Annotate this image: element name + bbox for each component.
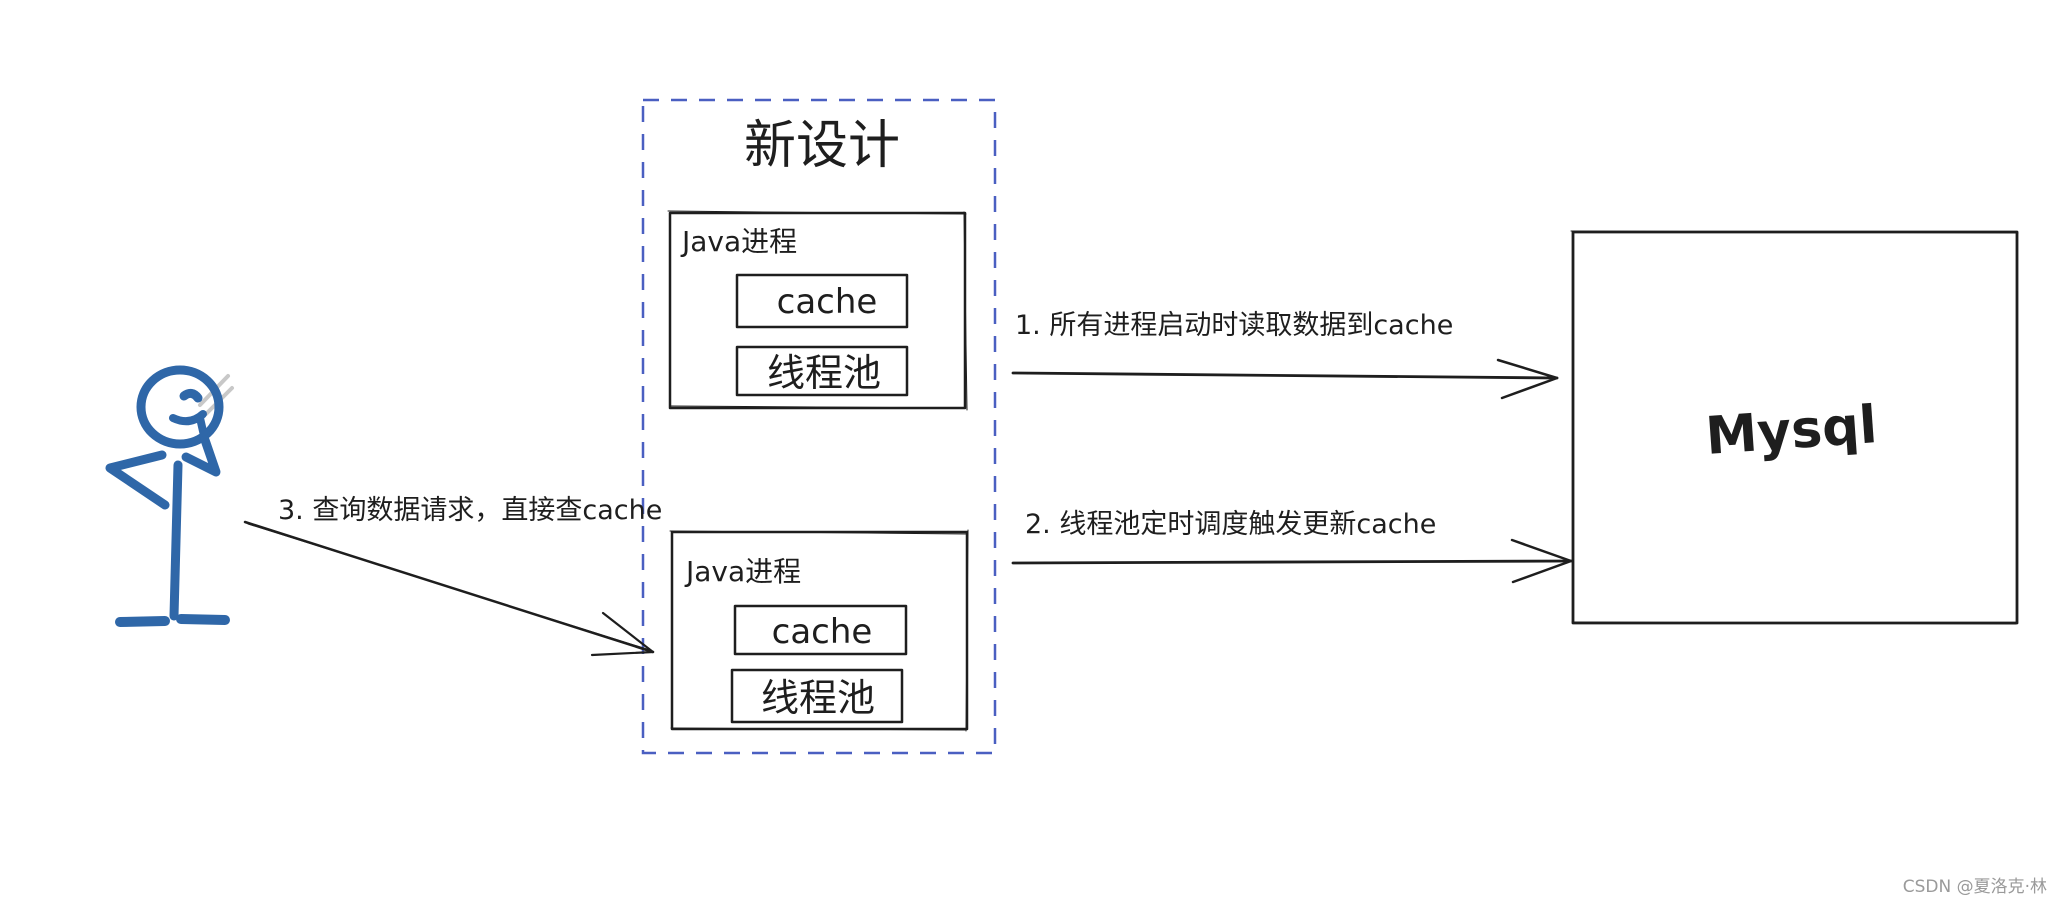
arrow-3-line-sketch <box>247 523 651 651</box>
diagram-canvas: 新设计 Java进程 cache 线程池 Java进程 cache 线程池 My… <box>105 98 2047 897</box>
threadpool-box-2-label: 线程池 <box>761 676 875 720</box>
java-process-2-label: Java进程 <box>684 555 801 588</box>
cache-box-1-label: cache <box>777 282 878 322</box>
person-right-foot <box>176 614 230 625</box>
person-left-foot <box>115 616 170 627</box>
person-chin <box>169 410 209 444</box>
person-hand <box>179 388 203 403</box>
mysql-label: Mysql <box>1704 395 1879 467</box>
threadpool-box-1-label: 线程池 <box>767 351 881 395</box>
arrow-3[interactable]: 3. 查询数据请求，直接查cache <box>243 495 662 657</box>
stick-figure-person-icon[interactable] <box>105 365 234 627</box>
arrow-2[interactable]: 2. 线程池定时调度触发更新cache <box>1011 509 1573 584</box>
arrow-2-line <box>1011 559 1573 565</box>
watermark: CSDN @夏洛克·林 <box>1903 877 2047 897</box>
arrow-2-label: 2. 线程池定时调度触发更新cache <box>1025 509 1436 540</box>
arrow-1-label: 1. 所有进程启动时读取数据到cache <box>1015 310 1453 341</box>
java-process-1[interactable]: Java进程 cache 线程池 <box>667 210 968 411</box>
threadpool-box-2[interactable]: 线程池 <box>730 668 904 724</box>
threadpool-box-1[interactable]: 线程池 <box>735 345 909 397</box>
cache-box-1[interactable]: cache <box>735 273 909 329</box>
java-process-2[interactable]: Java进程 cache 线程池 <box>669 529 969 732</box>
arrow-1[interactable]: 1. 所有进程启动时读取数据到cache <box>1011 310 1559 400</box>
cache-box-2-label: cache <box>772 612 873 652</box>
java-process-1-label: Java进程 <box>680 225 797 258</box>
arrow-3-label: 3. 查询数据请求，直接查cache <box>278 495 662 526</box>
person-left-arm <box>105 450 170 510</box>
person-body <box>169 460 183 621</box>
mysql-database[interactable]: Mysql <box>1570 230 2019 625</box>
new-design-title: 新设计 <box>744 116 900 176</box>
cache-box-2[interactable]: cache <box>733 604 908 656</box>
arrow-1-line <box>1011 371 1559 380</box>
